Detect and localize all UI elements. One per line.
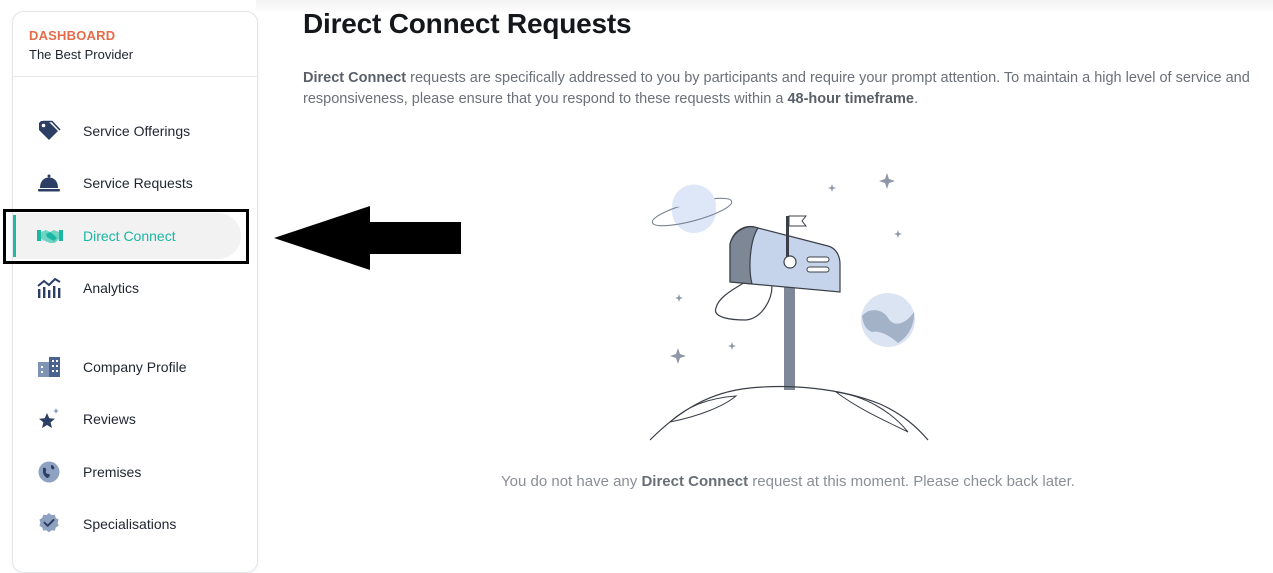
arrow-left-icon	[274, 206, 461, 270]
sidebar-item-label: Specialisations	[83, 516, 177, 532]
building-icon	[37, 355, 61, 379]
intro-text-body: requests are specifically addressed to y…	[303, 70, 1250, 107]
intro-bold-direct-connect: Direct Connect	[303, 70, 407, 86]
empty-state-text-start: You do not have any	[501, 473, 642, 490]
sidebar-item-service-offerings[interactable]: Service Offerings	[13, 108, 241, 154]
sidebar: DASHBOARD The Best Provider Service Offe…	[12, 11, 258, 573]
sidebar-item-reviews[interactable]: Reviews	[13, 396, 241, 442]
sidebar-item-company-profile[interactable]: Company Profile	[13, 344, 241, 390]
sidebar-item-label: Premises	[83, 464, 142, 480]
globe-icon	[37, 460, 61, 484]
sidebar-item-label: Service Requests	[83, 175, 193, 191]
intro-text-end: .	[913, 91, 918, 107]
dashboard-label[interactable]: DASHBOARD	[29, 28, 115, 43]
star-sparkle-icon	[37, 407, 61, 431]
empty-state-bold: Direct Connect	[641, 473, 749, 490]
intro-bold-timeframe: 48-hour timeframe	[787, 91, 914, 107]
service-bell-icon	[37, 171, 61, 195]
mailbox-on-planet-illustration	[649, 173, 929, 441]
badge-check-icon	[37, 512, 61, 536]
sidebar-header: DASHBOARD The Best Provider	[13, 12, 257, 77]
tag-icon	[37, 119, 61, 143]
provider-name: The Best Provider	[29, 47, 134, 62]
sidebar-item-specialisations[interactable]: Specialisations	[13, 501, 241, 547]
sidebar-item-label: Service Offerings	[83, 123, 191, 139]
sidebar-item-label: Reviews	[83, 411, 136, 427]
sidebar-item-label: Company Profile	[83, 359, 187, 375]
highlight-box-annotation	[3, 209, 249, 264]
sidebar-item-analytics[interactable]: Analytics	[13, 265, 241, 311]
page-title: Direct Connect Requests	[303, 8, 632, 39]
empty-state-message: You do not have any Direct Connect reque…	[303, 473, 1273, 490]
sidebar-item-service-requests[interactable]: Service Requests	[13, 160, 241, 206]
analytics-chart-icon	[37, 276, 61, 300]
sidebar-item-label: Analytics	[83, 280, 140, 296]
empty-state-text-end: request at this moment. Please check bac…	[748, 473, 1075, 490]
intro-text: Direct Connect requests are specifically…	[303, 68, 1263, 110]
sidebar-item-premises[interactable]: Premises	[13, 449, 241, 495]
